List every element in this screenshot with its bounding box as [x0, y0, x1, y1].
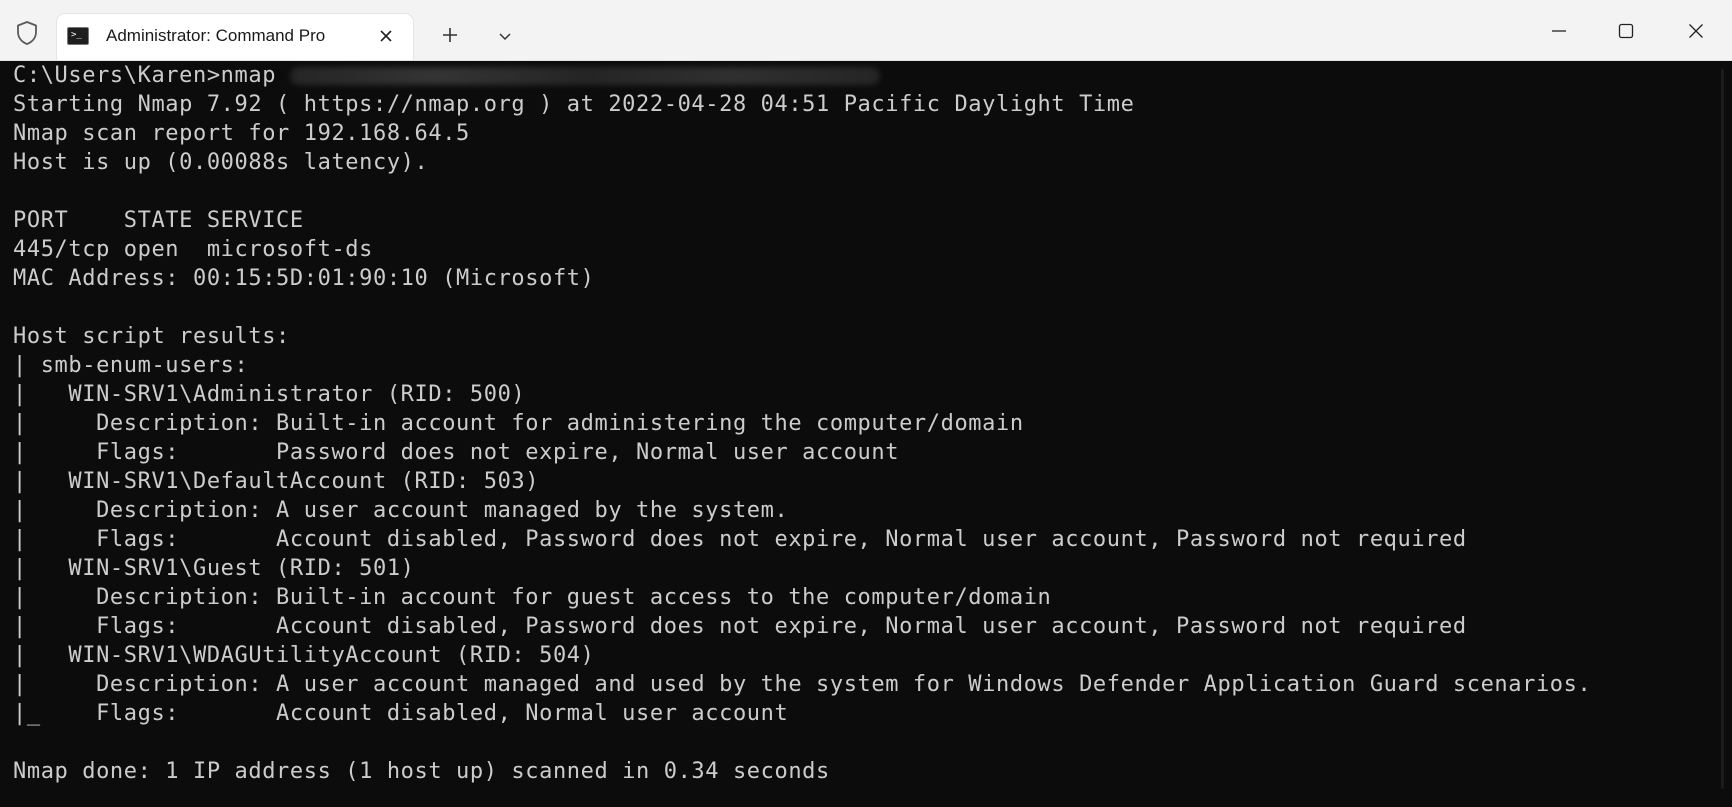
tab-title: Administrator: Command Pro	[106, 26, 326, 45]
output-line: | WIN-SRV1\Guest (RID: 501)	[13, 556, 415, 581]
output-line: Nmap scan report for 192.168.64.5	[13, 121, 470, 146]
output-line: Host script results:	[13, 324, 290, 349]
redacted-arguments	[290, 67, 881, 85]
output-line: | Description: Built-in account for admi…	[13, 411, 1024, 436]
close-icon[interactable]	[373, 23, 399, 49]
output-line: | Description: A user account managed an…	[13, 672, 1592, 697]
output-line: Starting Nmap 7.92 ( https://nmap.org ) …	[13, 92, 1135, 117]
maximize-button[interactable]	[1597, 10, 1655, 52]
terminal-output[interactable]: C:\Users\Karen>nmap Starting Nmap 7.92 (…	[0, 61, 1714, 807]
output-line: | Flags: Account disabled, Password does…	[13, 527, 1467, 552]
output-line: MAC Address: 00:15:5D:01:90:10 (Microsof…	[13, 266, 595, 291]
minimize-button[interactable]	[1530, 10, 1588, 52]
close-window-button[interactable]	[1667, 10, 1725, 52]
output-line: | WIN-SRV1\Administrator (RID: 500)	[13, 382, 526, 407]
output-line: 445/tcp open microsoft-ds	[13, 237, 373, 262]
output-line: | Flags: Password does not expire, Norma…	[13, 440, 900, 465]
output-line: PORT STATE SERVICE	[13, 208, 304, 233]
output-line: Host is up (0.00088s latency).	[13, 150, 429, 175]
minimize-icon	[1552, 30, 1566, 32]
scrollbar-thumb[interactable]	[1721, 69, 1724, 789]
output-line: | Description: A user account managed by…	[13, 498, 789, 523]
close-icon	[1689, 24, 1703, 38]
prompt-line: C:\Users\Karen>nmap	[0, 61, 1714, 90]
terminal-window: >_ Administrator: Command Pro C:\Users\K…	[0, 0, 1732, 807]
output-line: | smb-enum-users:	[13, 353, 249, 378]
shield-icon[interactable]	[8, 16, 46, 50]
output-line: |_ Flags: Account disabled, Normal user …	[13, 701, 789, 726]
plus-icon[interactable]	[433, 20, 467, 50]
output-line: | Flags: Account disabled, Password does…	[13, 614, 1467, 639]
maximize-icon	[1618, 23, 1634, 39]
chevron-down-icon[interactable]	[488, 22, 522, 50]
terminal-icon-glyph: >_	[71, 30, 82, 40]
terminal-icon: >_	[67, 27, 89, 45]
tab-command-prompt[interactable]: >_ Administrator: Command Pro	[57, 14, 413, 60]
scrollbar[interactable]	[1714, 61, 1732, 807]
title-bar: >_ Administrator: Command Pro	[0, 0, 1732, 61]
output-line: | Description: Built-in account for gues…	[13, 585, 1052, 610]
output-line: | WIN-SRV1\WDAGUtilityAccount (RID: 504)	[13, 643, 595, 668]
output-line: Nmap done: 1 IP address (1 host up) scan…	[13, 759, 830, 784]
prompt-text: C:\Users\Karen>nmap	[13, 63, 277, 88]
output-line: | WIN-SRV1\DefaultAccount (RID: 503)	[13, 469, 540, 494]
